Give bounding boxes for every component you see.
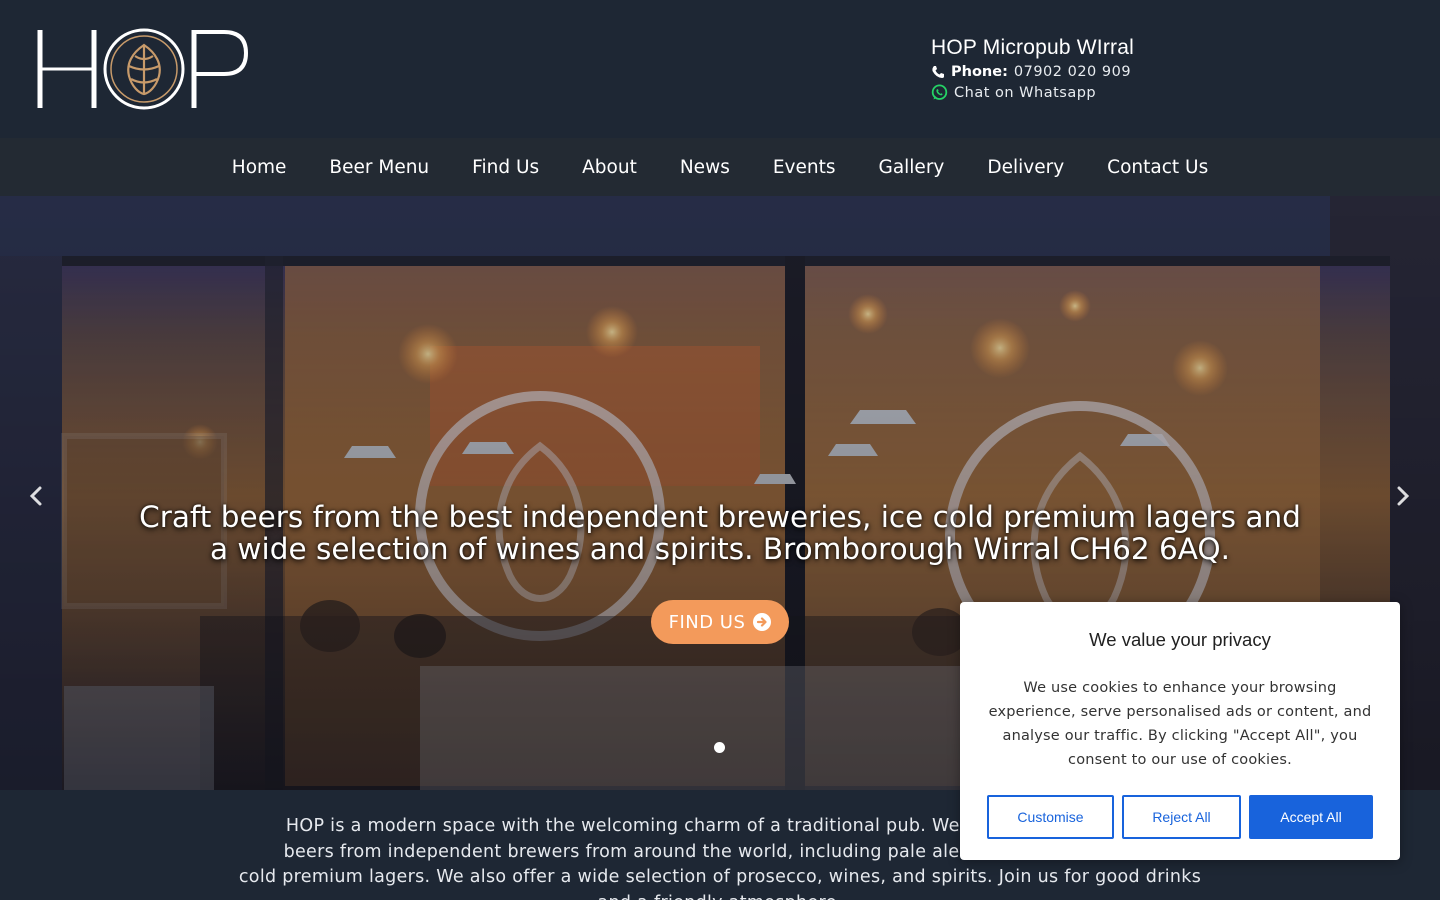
phone-row[interactable]: Phone: 07902 020 909 [931,64,1134,80]
page: HOP Micropub WIrral Phone: 07902 020 909… [0,0,1440,900]
hop-logo[interactable] [36,26,252,112]
arrow-circle-right-icon [753,613,772,631]
hop-cone-icon [127,43,161,96]
phone-label: Phone: [951,64,1008,80]
intro-line-4: and a friendly atmosphere. [220,891,1220,900]
chevron-left-icon[interactable] [26,484,46,508]
whatsapp-row[interactable]: Chat on Whatsapp [931,84,1134,101]
site-title: HOP Micropub WIrral [931,36,1134,59]
whatsapp-link[interactable]: Chat on Whatsapp [954,85,1096,101]
nav-item-news[interactable]: News [680,157,730,178]
carousel-dot-1[interactable] [714,742,725,753]
phone-icon [932,66,944,78]
nav-item-delivery[interactable]: Delivery [987,157,1064,178]
customise-button[interactable]: Customise [987,795,1114,839]
nav-item-contact-us[interactable]: Contact Us [1107,157,1208,178]
nav-item-gallery[interactable]: Gallery [878,157,944,178]
whatsapp-icon [931,84,948,100]
nav-item-events[interactable]: Events [773,157,836,178]
main-nav: Home Beer Menu Find Us About News Events… [0,138,1440,196]
cookie-consent-dialog: We value your privacy We use cookies to … [960,602,1400,860]
site-header: HOP Micropub WIrral Phone: 07902 020 909… [0,0,1440,138]
contact-block: HOP Micropub WIrral Phone: 07902 020 909… [931,36,1134,101]
nav-item-home[interactable]: Home [232,157,287,178]
intro-line-3: cold premium lagers. We also offer a wid… [238,867,1202,887]
reject-all-button[interactable]: Reject All [1122,795,1241,839]
find-us-button-label: FIND US [668,611,746,633]
hero-headline-line-1: Craft beers from the best independent br… [139,500,1301,534]
phone-number[interactable]: 07902 020 909 [1014,64,1131,80]
accept-all-button[interactable]: Accept All [1249,795,1373,839]
chevron-right-icon[interactable] [1393,484,1413,508]
hero-headline: Craft beers from the best independent br… [80,501,1360,565]
nav-item-about[interactable]: About [582,157,637,178]
cookie-title: We value your privacy [1089,629,1271,650]
find-us-button[interactable]: FIND US [651,600,789,644]
nav-item-beer-menu[interactable]: Beer Menu [329,157,429,178]
nav-item-find-us[interactable]: Find Us [472,157,539,178]
hero-headline-line-2: a wide selection of wines and spirits. B… [209,532,1231,566]
cookie-description: We use cookies to enhance your browsing … [988,680,1372,768]
